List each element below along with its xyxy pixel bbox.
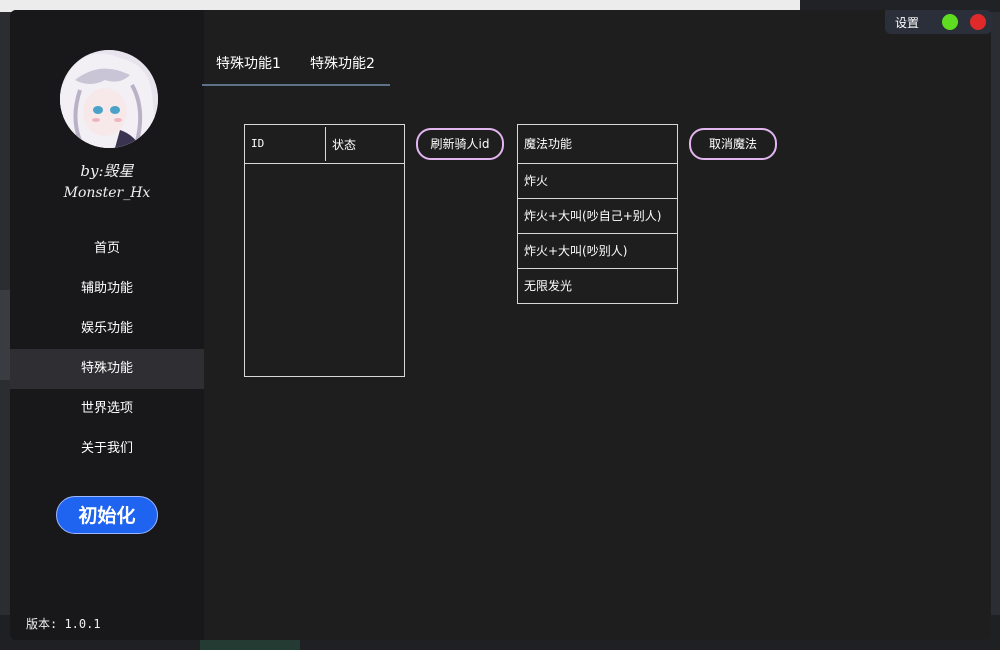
author-handle: Monster_Hx [63, 185, 151, 201]
nav-item-about-us[interactable]: 关于我们 [10, 429, 204, 469]
settings-bar: 设置 [885, 10, 992, 34]
avatar-illustration-icon [60, 50, 158, 148]
initialize-button[interactable]: 初始化 [56, 496, 158, 534]
column-divider [325, 127, 326, 161]
magic-item-infinite-glow[interactable]: 无限发光 [518, 269, 677, 303]
close-dot-icon[interactable] [970, 14, 986, 30]
column-header-status: 状态 [332, 138, 357, 152]
nav-item-home[interactable]: 首页 [10, 229, 204, 269]
column-header-id: ID [251, 137, 265, 150]
nav-item-special[interactable]: 特殊功能 [10, 349, 204, 389]
refresh-rider-id-button[interactable]: 刷新骑人id [416, 128, 504, 160]
app-window: by:毁星 Monster_Hx 首页 辅助功能 娱乐功能 特殊功能 世界选项 … [10, 10, 992, 640]
nav-item-world-options[interactable]: 世界选项 [10, 389, 204, 429]
version-label: 版本: 1.0.1 [26, 617, 101, 631]
magic-list-header: 魔法功能 [518, 125, 677, 164]
magic-function-list: 魔法功能 炸火 炸火+大叫(吵自己+别人) 炸火+大叫(吵别人) 无限发光 [517, 124, 678, 304]
author-byline: by:毁星 [80, 162, 134, 180]
tab-special-2[interactable]: 特殊功能2 [310, 53, 375, 73]
sidebar: by:毁星 Monster_Hx 首页 辅助功能 娱乐功能 特殊功能 世界选项 … [10, 10, 204, 640]
avatar [60, 50, 158, 148]
settings-button[interactable]: 设置 [895, 14, 919, 31]
minimize-dot-icon[interactable] [942, 14, 958, 30]
tab-bar: 特殊功能1 特殊功能2 [202, 50, 390, 86]
cancel-magic-button[interactable]: 取消魔法 [689, 128, 777, 160]
magic-item-fire[interactable]: 炸火 [518, 164, 677, 199]
nav-item-entertainment[interactable]: 娱乐功能 [10, 309, 204, 349]
sidebar-nav: 首页 辅助功能 娱乐功能 特殊功能 世界选项 关于我们 [10, 229, 204, 469]
tab-special-1[interactable]: 特殊功能1 [216, 53, 281, 73]
nav-item-assist[interactable]: 辅助功能 [10, 269, 204, 309]
table-header: ID 状态 [245, 125, 404, 164]
magic-item-fire-shout-all[interactable]: 炸火+大叫(吵自己+别人) [518, 199, 677, 234]
rider-id-table: ID 状态 [244, 124, 405, 377]
magic-item-fire-shout-others[interactable]: 炸火+大叫(吵别人) [518, 234, 677, 269]
